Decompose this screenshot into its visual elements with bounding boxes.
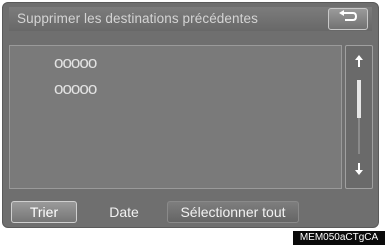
sort-button[interactable]: Trier [11, 201, 77, 223]
destination-label: ooooo [54, 53, 97, 72]
date-sort-tab[interactable]: Date [83, 201, 165, 223]
scroll-up-button[interactable] [346, 52, 372, 74]
scroll-thumb[interactable] [357, 80, 361, 118]
scroll-down-arrow-icon [354, 162, 364, 181]
bottom-toolbar: Trier Date Sélectionner tout [9, 199, 374, 225]
scroll-up-arrow-icon [354, 54, 364, 73]
header-bar: Supprimer les destinations précédentes [9, 7, 372, 31]
list-item[interactable]: ooooo [54, 78, 97, 100]
image-reference-code: MEM050aCTgCA [293, 231, 385, 245]
select-all-button[interactable]: Sélectionner tout [167, 201, 299, 223]
destination-label: ooooo [54, 79, 97, 98]
scrollbar[interactable] [345, 45, 373, 189]
back-button[interactable] [328, 8, 368, 30]
scroll-down-button[interactable] [346, 160, 372, 182]
page-title: Supprimer les destinations précédentes [17, 11, 258, 26]
return-arrow-icon [337, 9, 359, 29]
list-item[interactable]: ooooo [54, 52, 97, 74]
destination-list: ooooo ooooo [9, 45, 342, 189]
navigation-screen: Supprimer les destinations précédentes o… [2, 2, 379, 228]
